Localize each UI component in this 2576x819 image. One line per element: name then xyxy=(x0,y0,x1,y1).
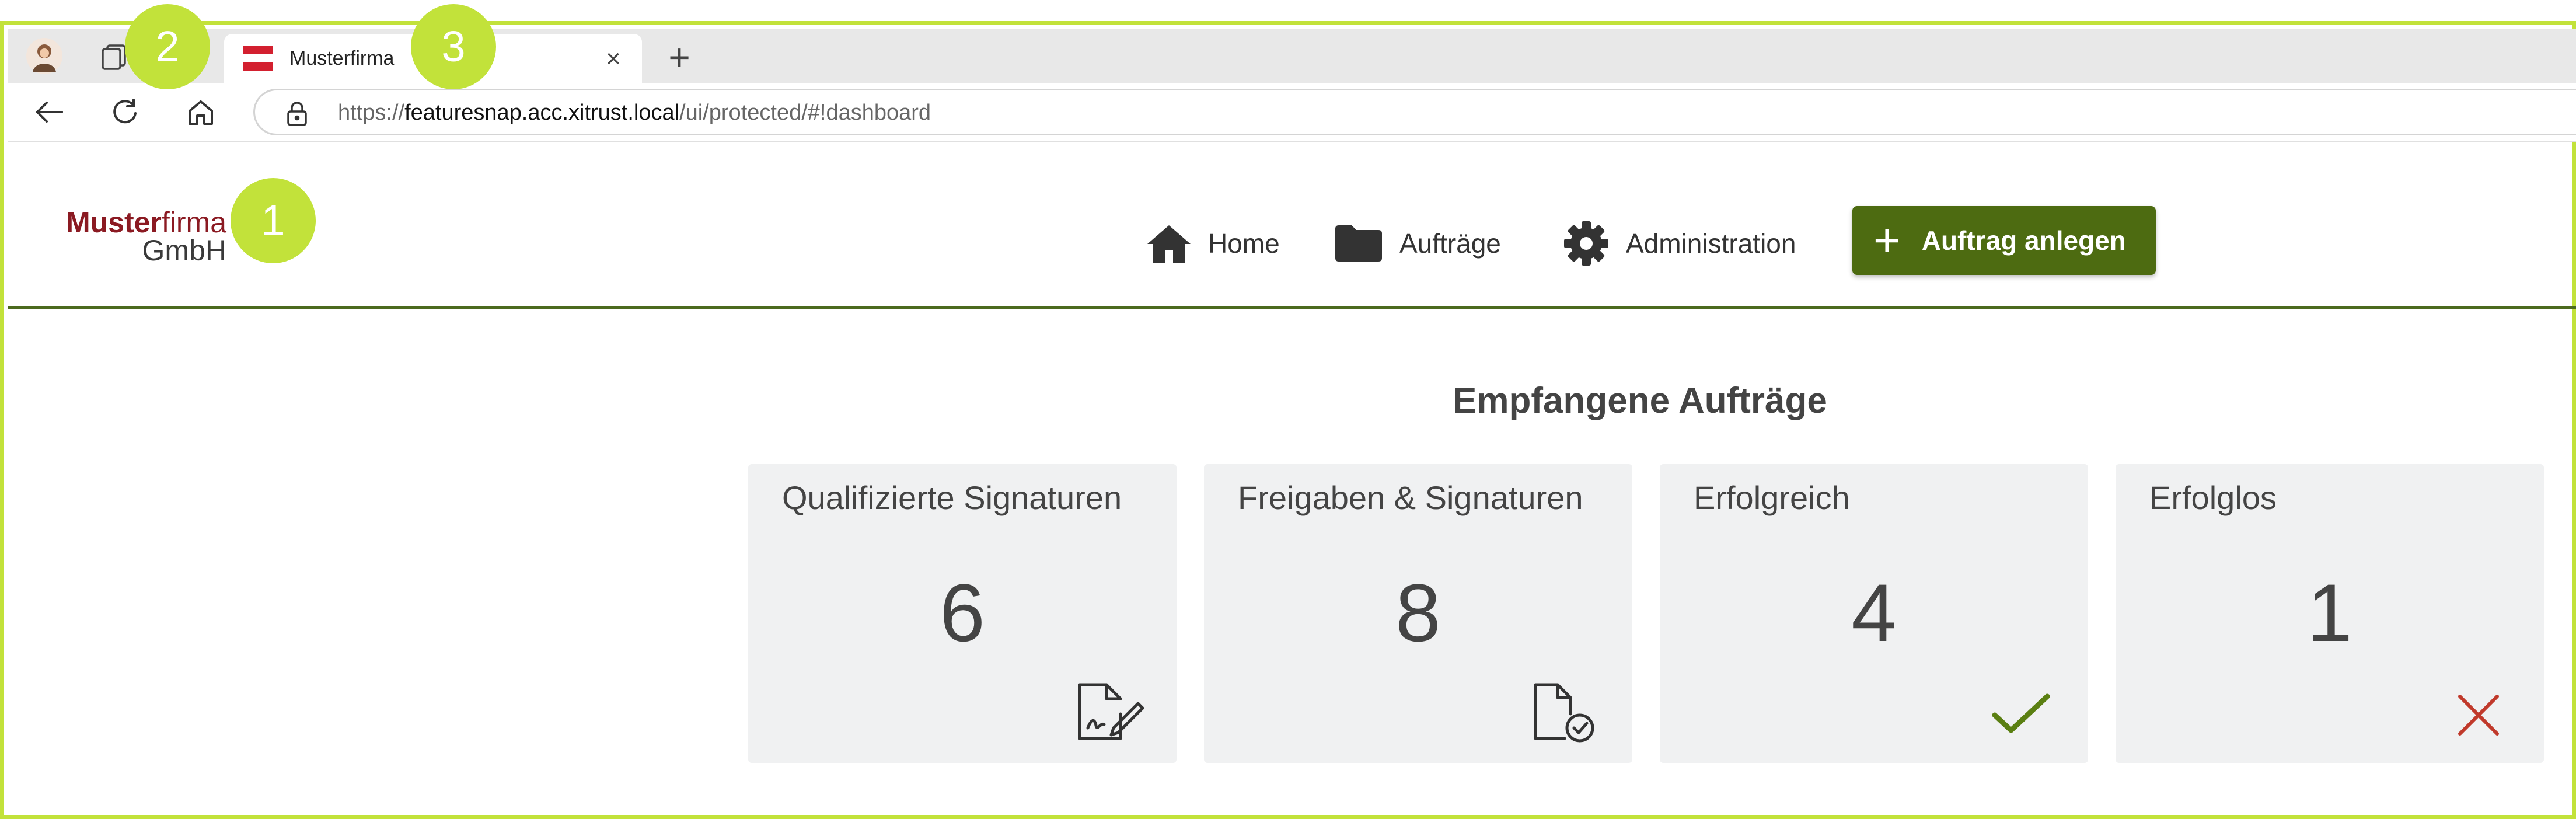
callout-badge-2: 2 xyxy=(125,4,210,89)
app-header: Musterfirma GmbH Home Aufträge Administr… xyxy=(8,143,2576,309)
approved-document-icon xyxy=(1531,680,1601,750)
card-value: 1 xyxy=(2307,567,2352,658)
callout-badge-1: 1 xyxy=(231,178,316,263)
gear-icon xyxy=(1564,221,1608,266)
close-tab-icon[interactable]: × xyxy=(599,44,628,74)
home-icon xyxy=(1147,225,1191,263)
card-label: Erfolgreich xyxy=(1694,479,1850,516)
nav-administration[interactable]: Administration xyxy=(1563,219,1796,268)
lock-icon[interactable] xyxy=(285,101,309,127)
new-tab-icon[interactable]: + xyxy=(661,39,698,76)
url-text: https://featuresnap.acc.xitrust.local/ui… xyxy=(338,100,931,126)
home-browser-icon[interactable] xyxy=(182,96,219,128)
card-label: Erfolglos xyxy=(2149,479,2277,516)
url-path: /ui/protected/#!dashboard xyxy=(679,100,931,125)
plus-icon: + xyxy=(1873,214,1901,266)
dashboard-title: Empfangene Aufträge xyxy=(1453,381,1827,421)
profile-avatar-icon[interactable] xyxy=(26,37,63,75)
card-label: Freigaben & Signaturen xyxy=(1238,479,1583,516)
create-order-button[interactable]: + Auftrag anlegen xyxy=(1852,206,2156,275)
folder-icon xyxy=(1335,225,1382,262)
nav-administration-label: Administration xyxy=(1626,228,1796,259)
reload-icon[interactable] xyxy=(106,96,144,128)
nav-home-label: Home xyxy=(1208,228,1280,259)
card-successful[interactable]: Erfolgreich 4 xyxy=(1660,464,2088,763)
card-value: 6 xyxy=(940,567,985,658)
browser-window: Musterfirma × + https://featuresnap.acc.… xyxy=(0,4,2576,819)
card-qualified-signatures[interactable]: Qualifizierte Signaturen 6 xyxy=(748,464,1177,763)
address-bar[interactable]: https://featuresnap.acc.xitrust.local/ui… xyxy=(253,89,2576,135)
card-value: 8 xyxy=(1395,567,1441,658)
cross-icon xyxy=(2442,680,2512,750)
url-scheme: https:// xyxy=(338,100,405,125)
back-arrow-icon[interactable] xyxy=(30,96,68,128)
tab-strip: Musterfirma × + xyxy=(8,29,2576,83)
address-bar-row: https://featuresnap.acc.xitrust.local/ui… xyxy=(8,83,2576,142)
company-logo[interactable]: Musterfirma GmbH xyxy=(51,208,226,267)
logo-line-2: GmbH xyxy=(142,234,226,267)
signature-document-icon xyxy=(1075,680,1145,750)
card-approvals-signatures[interactable]: Freigaben & Signaturen 8 xyxy=(1204,464,1632,763)
checkmark-icon xyxy=(1987,680,2057,750)
card-value: 4 xyxy=(1851,567,1897,658)
card-unsuccessful[interactable]: Erfolglos 1 xyxy=(2116,464,2544,763)
card-label: Qualifizierte Signaturen xyxy=(782,479,1122,516)
austria-flag-icon xyxy=(243,46,273,71)
url-host: featuresnap.acc.xitrust.local xyxy=(404,100,680,125)
nav-auftraege-label: Aufträge xyxy=(1399,228,1501,259)
nav-home[interactable]: Home xyxy=(1146,219,1280,268)
create-order-label: Auftrag anlegen xyxy=(1921,225,2126,256)
tab-title: Musterfirma xyxy=(289,47,395,69)
nav-auftraege[interactable]: Aufträge xyxy=(1334,219,1501,268)
callout-badge-3: 3 xyxy=(411,4,496,89)
